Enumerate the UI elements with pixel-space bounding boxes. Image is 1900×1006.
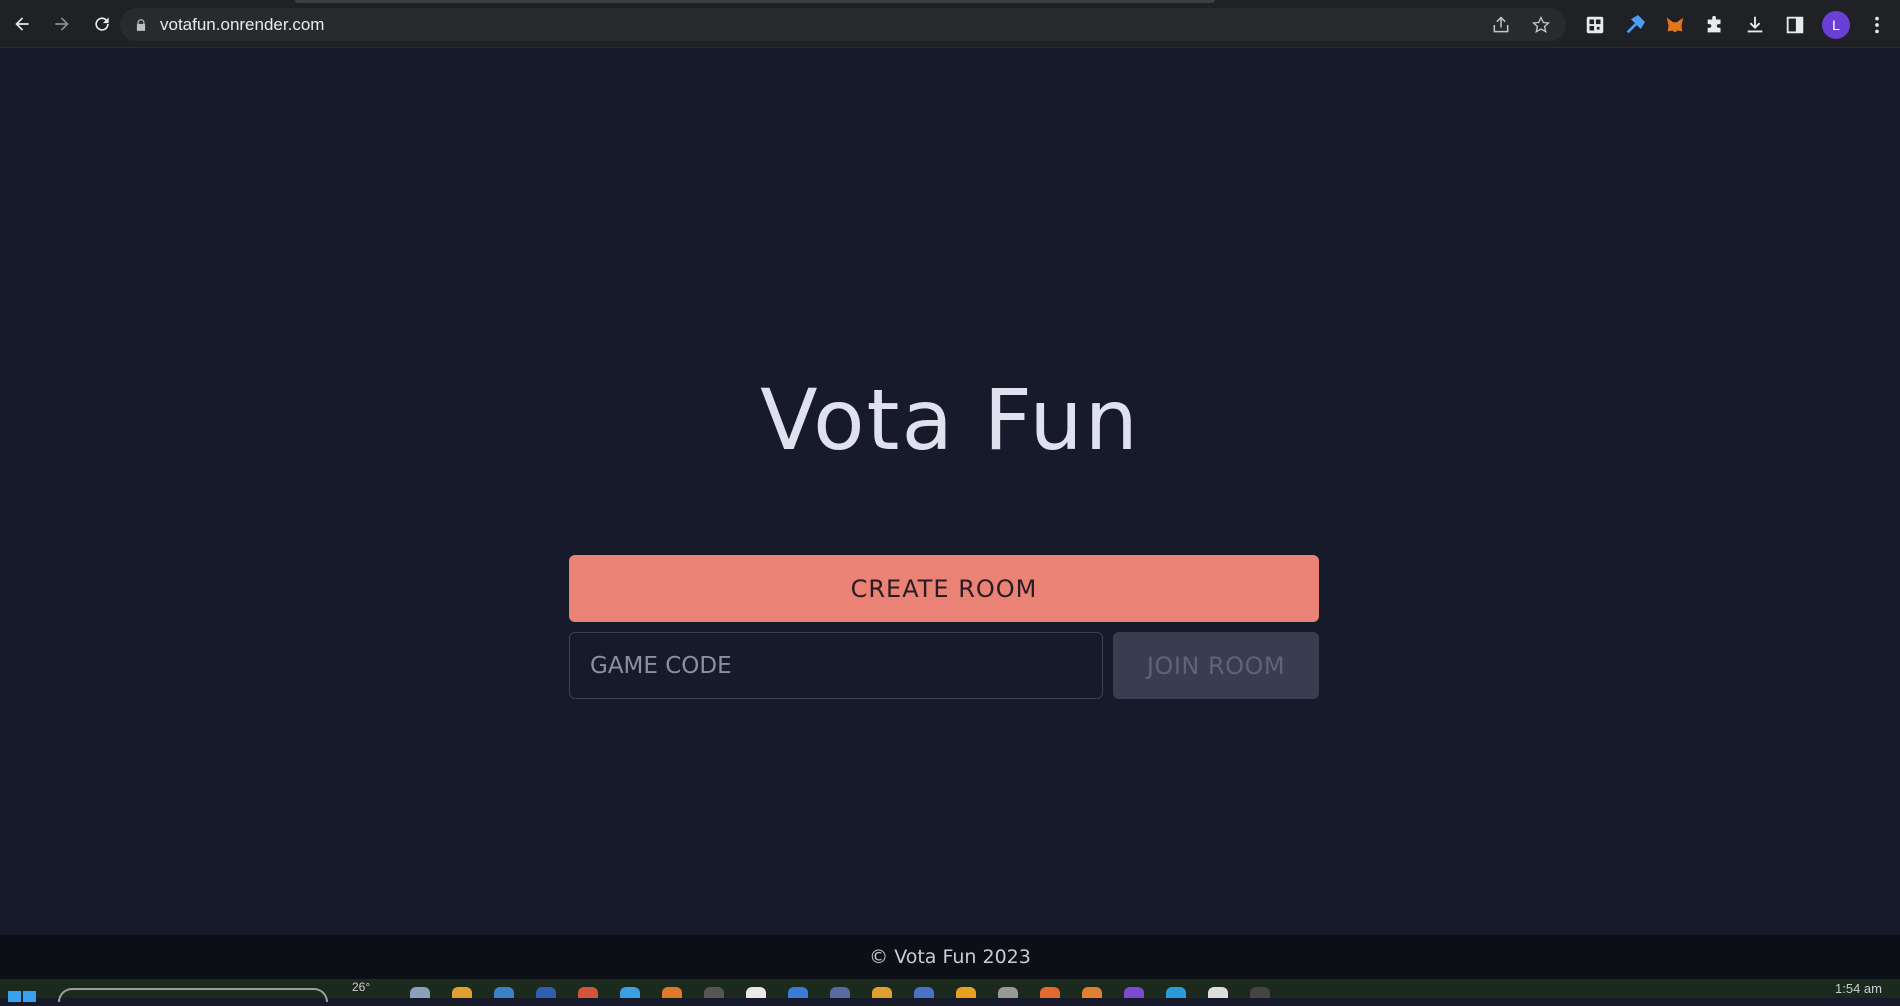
app-icon[interactable] — [536, 987, 556, 998]
forward-button[interactable] — [44, 6, 80, 42]
join-room-button[interactable]: JOIN ROOM — [1113, 632, 1319, 699]
create-room-button[interactable]: CREATE ROOM — [569, 555, 1319, 622]
hammer-extension-icon[interactable] — [1622, 12, 1648, 38]
arrow-right-icon — [55, 16, 69, 31]
browser-toolbar: votafun.onrender.com L — [0, 0, 1900, 48]
app-page: Vota Fun CREATE ROOM JOIN ROOM — [0, 49, 1900, 935]
folder-icon[interactable] — [452, 987, 472, 998]
profile-avatar[interactable]: L — [1822, 10, 1850, 39]
metamask-fox-icon[interactable] — [1662, 12, 1688, 38]
app-icon[interactable] — [1208, 987, 1228, 998]
reload-icon — [95, 16, 109, 31]
app-icon[interactable] — [1040, 987, 1060, 998]
share-icon[interactable] — [1490, 14, 1512, 36]
app-icon[interactable] — [1082, 987, 1102, 998]
lock-icon — [136, 18, 146, 31]
app-icon[interactable] — [578, 987, 598, 998]
os-taskbar: 26° 1:54 am — [0, 979, 1900, 1002]
app-icon[interactable] — [1250, 987, 1270, 998]
tab-strip — [295, 0, 1215, 3]
app-icon[interactable] — [788, 987, 808, 998]
footer-copyright: © Vota Fun 2023 — [869, 946, 1031, 968]
app-icon[interactable] — [1166, 987, 1186, 998]
windows-start-icon[interactable] — [8, 987, 38, 1002]
url-text: votafun.onrender.com — [160, 14, 325, 34]
app-icon[interactable] — [872, 987, 892, 998]
qr-extension-icon[interactable] — [1582, 12, 1608, 38]
taskbar-apps — [410, 987, 1270, 998]
app-icon[interactable] — [410, 987, 430, 998]
app-icon[interactable] — [998, 987, 1018, 998]
extensions-puzzle-icon[interactable] — [1702, 12, 1728, 38]
app-icon[interactable] — [1124, 987, 1144, 998]
app-icon[interactable] — [956, 987, 976, 998]
download-icon[interactable] — [1742, 12, 1768, 38]
weather-widget[interactable]: 26° — [352, 980, 370, 994]
app-title: Vota Fun — [760, 371, 1140, 469]
app-icon[interactable] — [830, 987, 850, 998]
menu-kebab-icon[interactable] — [1864, 12, 1890, 38]
side-panel-icon[interactable] — [1782, 12, 1808, 38]
game-code-input[interactable] — [569, 632, 1103, 699]
app-icon[interactable] — [914, 987, 934, 998]
taskbar-search[interactable] — [58, 988, 328, 1002]
app-icon[interactable] — [704, 987, 724, 998]
app-icon[interactable] — [620, 987, 640, 998]
app-icon[interactable] — [662, 987, 682, 998]
bookmark-star-icon[interactable] — [1530, 14, 1552, 36]
system-clock[interactable]: 1:54 am — [1835, 981, 1882, 996]
reload-button[interactable] — [84, 6, 120, 42]
footer: © Vota Fun 2023 — [0, 935, 1900, 979]
app-icon[interactable] — [494, 987, 514, 998]
address-bar[interactable]: votafun.onrender.com — [120, 8, 1566, 41]
back-button[interactable] — [4, 6, 40, 42]
arrow-left-icon — [15, 16, 29, 31]
chrome-icon[interactable] — [746, 987, 766, 998]
